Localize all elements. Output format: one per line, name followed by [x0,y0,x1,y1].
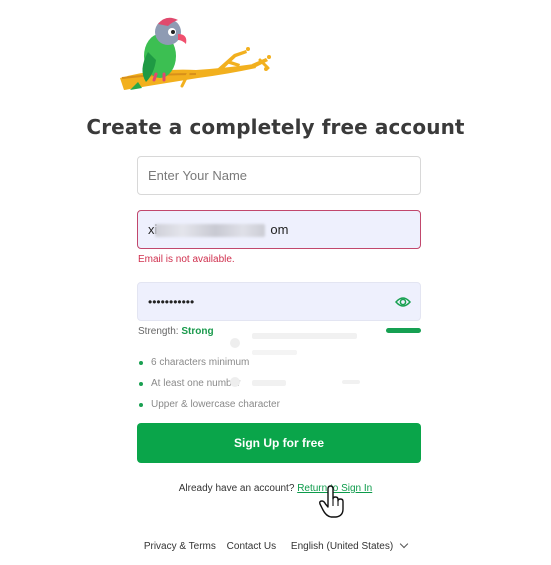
email-error-message: Email is not available. [138,254,235,265]
name-input[interactable]: Enter Your Name [137,156,421,195]
rule-item: 6 characters minimum [138,352,280,373]
hand-cursor-icon [319,485,344,518]
parrot-logo [120,17,271,90]
strength-value: Strong [181,326,214,337]
strength-meter [386,328,421,333]
strength-label: Strength: [138,326,179,337]
eye-icon[interactable] [395,295,411,309]
password-strength: Strength: Strong [138,326,214,337]
password-mask: ••••••••••• [148,294,195,309]
password-input[interactable]: ••••••••••• [137,282,421,321]
privacy-terms-link[interactable]: Privacy & Terms [144,541,216,552]
signin-prompt: Already have an account? Return to Sign … [178,483,373,494]
contact-us-link[interactable]: Contact Us [227,541,276,552]
check-dot-icon [139,360,143,365]
footer: Privacy & Terms Contact Us English (Unit… [0,539,551,552]
language-selector[interactable]: English (United States) [287,539,409,552]
rule-item: Upper & lowercase character [138,394,280,415]
signup-button[interactable]: Sign Up for free [137,423,421,463]
email-redaction-blur [155,224,265,237]
chevron-down-icon [399,539,409,549]
check-dot-icon [139,402,143,407]
page-title: Create a completely free account [86,115,465,139]
check-dot-icon [139,381,143,386]
email-suffix: om [270,222,289,237]
